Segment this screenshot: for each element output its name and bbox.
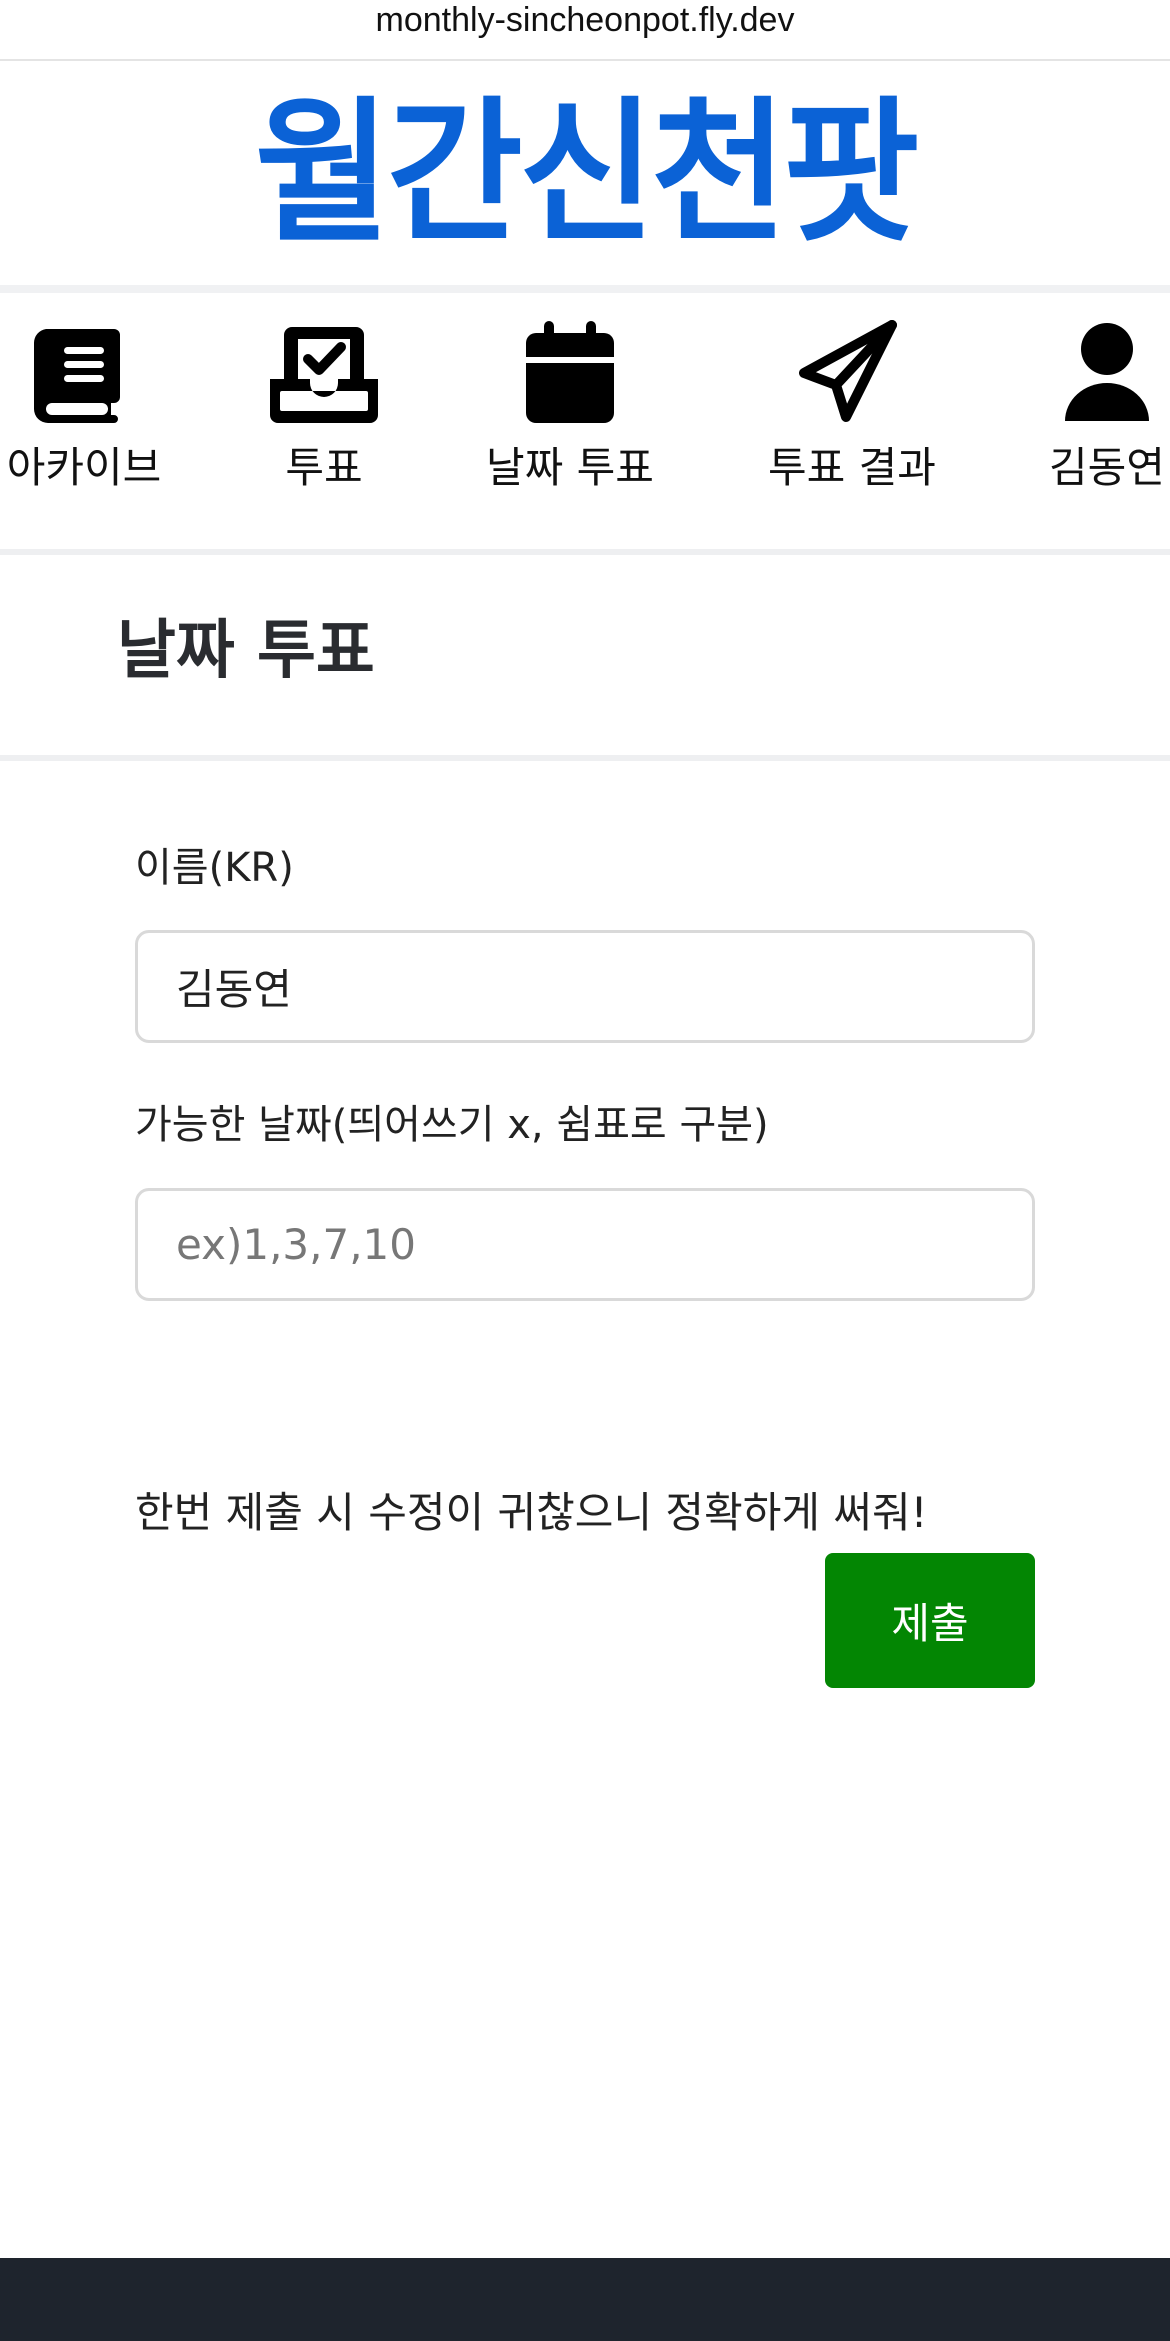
calendar-icon (526, 321, 614, 423)
nav-item-profile[interactable]: 김동연 (997, 293, 1170, 549)
page-header: 날짜 투표 (0, 555, 1170, 755)
submit-note: 한번 제출 시 수정이 귀찮으니 정확하게 써줘! (135, 1488, 928, 1537)
submit-button[interactable]: 제출 (825, 1553, 1035, 1688)
nav-item-date-vote[interactable]: 날짜 투표 (460, 293, 680, 549)
name-input[interactable] (135, 930, 1035, 1043)
book-icon (33, 329, 120, 423)
dates-input[interactable] (135, 1188, 1035, 1301)
inbox-check-icon (270, 327, 378, 423)
top-nav: 아카이브 투표 날짜 투표 투표 결과 김동연 (0, 293, 1170, 549)
dates-label: 가능한 날짜(띄어쓰기 x, 쉼표로 구분) (135, 1102, 769, 1148)
name-label: 이름(KR) (135, 845, 294, 891)
page-title: 날짜 투표 (117, 614, 375, 688)
nav-item-label: 김동연 (1049, 443, 1165, 492)
browser-address-bar[interactable]: monthly-sincheonpot.fly.dev (0, 0, 1170, 61)
nav-item-vote[interactable]: 투표 (214, 293, 434, 549)
browser-url[interactable]: monthly-sincheonpot.fly.dev (376, 0, 795, 40)
divider (0, 285, 1170, 293)
paper-plane-icon (799, 320, 897, 422)
user-icon (1065, 323, 1149, 421)
site-header: 월간신천팟 (0, 61, 1170, 285)
nav-item-vote-results[interactable]: 투표 결과 (742, 293, 962, 549)
nav-item-label: 날짜 투표 (486, 443, 654, 492)
divider (0, 755, 1170, 761)
nav-item-archive[interactable]: 아카이브 (0, 293, 194, 549)
site-logo[interactable]: 월간신천팟 (255, 94, 920, 252)
footer (0, 2258, 1170, 2341)
